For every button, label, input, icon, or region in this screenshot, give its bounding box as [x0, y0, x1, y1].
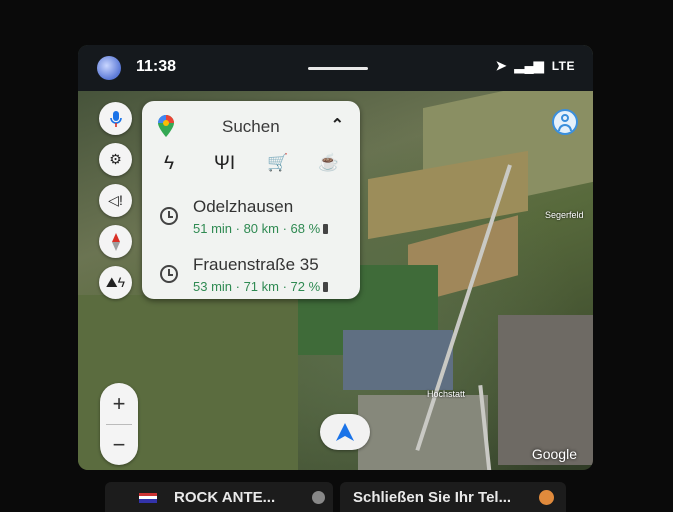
location-arrow-icon: ➤: [495, 58, 507, 73]
media-card[interactable]: ROCK ANTE...: [105, 482, 333, 512]
battery-icon: [323, 282, 329, 292]
notification-card[interactable]: Schließen Sie Ihr Tel...: [340, 482, 566, 512]
bottom-bar: ROCK ANTE... Schließen Sie Ihr Tel...: [0, 478, 673, 512]
shopping-cart-icon[interactable]: 🛒: [267, 153, 288, 173]
map-label: Segerfeld: [545, 210, 584, 220]
coffee-icon[interactable]: ☕: [318, 153, 339, 173]
search-button[interactable]: Suchen: [222, 117, 280, 137]
destination-name: Odelzhausen: [193, 197, 294, 216]
network-type: LTE: [551, 59, 575, 73]
phone-icon: [539, 490, 554, 505]
map-layers-button[interactable]: ⛰ϟ: [99, 266, 132, 299]
clock: 11:38: [136, 58, 177, 75]
divider: [106, 424, 132, 425]
settings-button[interactable]: ⚙: [99, 143, 132, 176]
compass-button[interactable]: [99, 225, 132, 258]
album-art: [139, 493, 157, 503]
map-field: [498, 315, 593, 465]
destination-info: 51 min · 80 km · 68 %: [193, 221, 329, 236]
drag-handle[interactable]: [308, 67, 368, 70]
gear-icon: ⚙: [109, 151, 122, 167]
zoom-out-button[interactable]: −: [100, 424, 138, 465]
microphone-icon: [109, 110, 122, 127]
zoom-in-button[interactable]: +: [100, 383, 138, 424]
sound-button[interactable]: ◁!: [99, 184, 132, 217]
destination-info: 53 min · 71 km · 72 %: [193, 279, 329, 294]
category-row: ϟ ΨI 🛒 ☕: [142, 153, 360, 183]
account-icon[interactable]: [552, 109, 578, 135]
destination-name: Frauenstraße 35: [193, 255, 319, 274]
google-attribution: Google: [531, 446, 577, 462]
destination-item[interactable]: Odelzhausen 51 min · 80 km · 68 %: [142, 193, 360, 247]
status-indicators: ➤ ▂▄▆ LTE: [496, 58, 575, 74]
media-title: ROCK ANTE...: [174, 489, 276, 506]
speaker-alert-icon: ◁!: [108, 192, 123, 208]
battery-icon: [323, 224, 329, 234]
assistant-avatar-icon[interactable]: [97, 56, 121, 80]
navigation-arrow-icon: [336, 423, 354, 441]
map-ev-icon: ⛰ϟ: [105, 274, 126, 290]
compass-icon: [111, 232, 120, 251]
restaurant-icon[interactable]: ΨI: [214, 153, 235, 175]
status-bar: 11:38 ➤ ▂▄▆ LTE: [78, 45, 593, 91]
history-clock-icon: [160, 265, 178, 283]
google-maps-pin-icon: [158, 115, 174, 137]
microphone-button[interactable]: [99, 102, 132, 135]
destination-item[interactable]: Frauenstraße 35 53 min · 71 km · 72 %: [142, 251, 360, 305]
map-label: Hochstatt: [427, 389, 466, 399]
notification-text: Schließen Sie Ihr Tel...: [353, 489, 512, 506]
charging-station-icon[interactable]: ϟ: [164, 153, 174, 175]
chevron-up-icon[interactable]: ⌃: [331, 115, 344, 135]
android-auto-screen: Hochstatt Segerfeld Google 11:38 ➤ ▂▄▆ L…: [78, 45, 593, 470]
media-app-icon: [312, 491, 325, 504]
search-panel: Suchen ⌃ ϟ ΨI 🛒 ☕ Odelzhausen 51 min · 8…: [142, 101, 360, 299]
history-clock-icon: [160, 207, 178, 225]
signal-icon: ▂▄▆: [514, 58, 544, 73]
zoom-control: + −: [100, 383, 138, 465]
recenter-button[interactable]: [320, 414, 370, 450]
